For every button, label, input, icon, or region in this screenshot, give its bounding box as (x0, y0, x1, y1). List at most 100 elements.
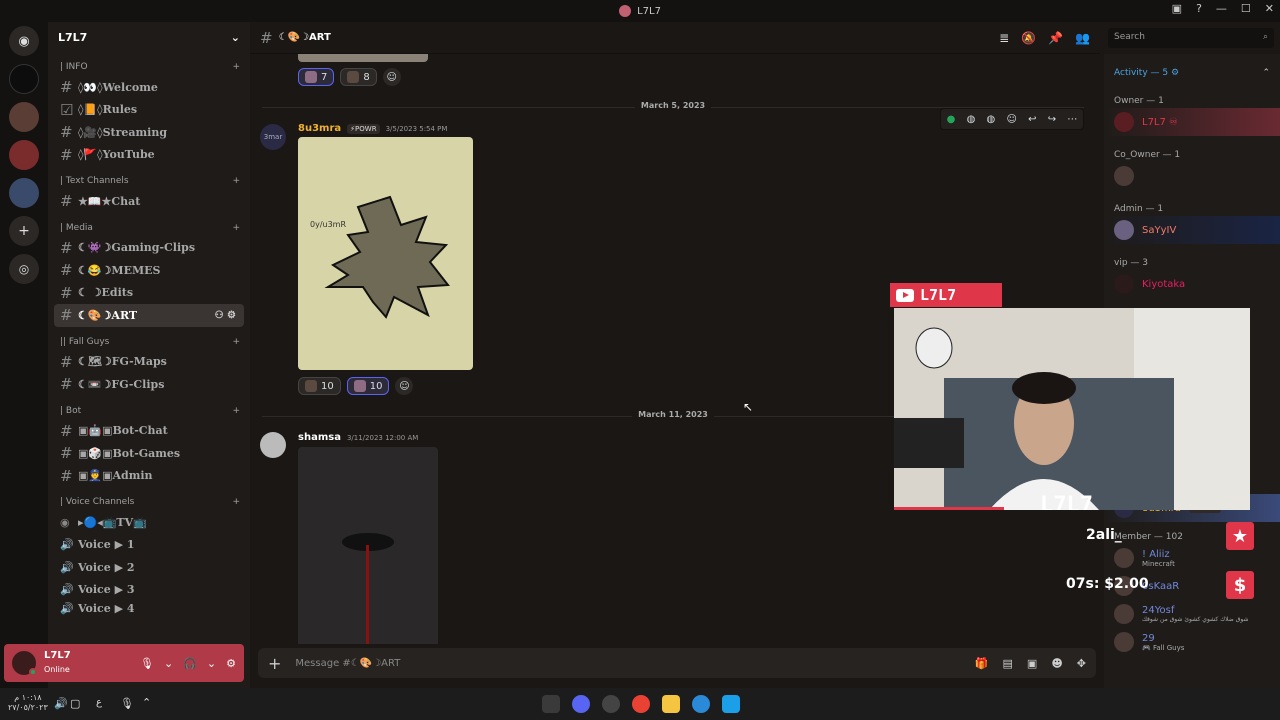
channel-gaming-clips[interactable]: # ☾👾☽Gaming-Clips (48, 237, 250, 260)
chevron-up-icon[interactable]: ⌃ (142, 696, 151, 709)
voice-channel-4[interactable]: 🔊 Voice ▶ 4 (48, 601, 250, 615)
help-icon[interactable]: ? (1196, 2, 1202, 15)
add-reaction-icon[interactable]: ☺ (395, 377, 414, 395)
add-channel-icon[interactable]: + (232, 337, 240, 347)
obs-taskbar-icon[interactable] (602, 695, 620, 713)
add-channel-icon[interactable]: + (232, 176, 240, 186)
voice-channel-2[interactable]: 🔊 Voice ▶ 2 (48, 556, 250, 579)
threads-icon[interactable]: ≣ (999, 31, 1009, 45)
reaction-chip[interactable]: 10 (346, 377, 390, 395)
emoji-icon[interactable]: ◍ (967, 114, 976, 125)
chrome-taskbar-icon[interactable] (632, 695, 650, 713)
network-icon[interactable]: ▢ (70, 697, 80, 710)
member-owner[interactable]: L7L7 ♾ (1104, 108, 1280, 136)
reaction-chip[interactable]: 10 (298, 377, 341, 395)
more-options-icon[interactable]: ⋯ (1067, 114, 1077, 125)
forward-icon[interactable]: ↪ (1048, 114, 1056, 125)
previous-attachment-image[interactable] (298, 54, 428, 62)
volume-icon[interactable]: 🔊 (54, 697, 68, 710)
close-button[interactable]: ✕ (1265, 2, 1274, 15)
apps-icon[interactable]: ✥ (1077, 657, 1086, 670)
channel-memes[interactable]: # ☾😂☽MEMES (48, 259, 250, 282)
attachment-image[interactable] (298, 447, 438, 644)
channel-chat[interactable]: # ★📖★Chat (48, 190, 250, 213)
channel-admin[interactable]: # ▣👮▣Admin (48, 465, 250, 488)
server-icon[interactable] (9, 64, 39, 94)
microphone-icon[interactable]: 🎙 (120, 697, 134, 710)
language-indicator[interactable]: ع (96, 697, 102, 708)
avatar[interactable]: 3mar (260, 124, 286, 150)
category-bot[interactable]: | Bot + (48, 402, 250, 420)
channel-fg-clips[interactable]: # ☾📼☽FG-Clips (48, 373, 250, 396)
reply-icon[interactable]: ↩ (1028, 114, 1036, 125)
emoji-icon[interactable]: ◍ (987, 114, 996, 125)
channel-art[interactable]: # ☾🎨☽ART ⚇ ⚙ (54, 304, 244, 327)
voice-channel-1[interactable]: 🔊 Voice ▶ 1 (48, 534, 250, 557)
channel-bot-chat[interactable]: # ▣🤖▣Bot-Chat (48, 420, 250, 443)
channel-streaming[interactable]: # ◊🎥◊Streaming (48, 121, 250, 144)
channel-settings-icon[interactable]: ⚇ ⚙ (215, 310, 236, 321)
channel-bot-games[interactable]: # ▣🎲▣Bot-Games (48, 442, 250, 465)
gift-icon[interactable]: 🎁 (975, 657, 989, 670)
category-info[interactable]: | INFO + (48, 58, 250, 76)
emoji-icon[interactable]: ● (947, 114, 956, 125)
gif-icon[interactable]: ▤ (1003, 657, 1013, 670)
member-list-icon[interactable]: 👥 (1075, 31, 1090, 45)
clock-date[interactable]: ٢٧/٠٥/٢٠٢٣ (8, 703, 48, 713)
member-row[interactable]: 24Yosf شوق ضلاك كشوي كشوئ شوق من شوقك (1104, 600, 1280, 628)
member-coowner[interactable] (1104, 162, 1280, 190)
search-input[interactable]: Search ⌕ (1108, 28, 1274, 48)
maximize-button[interactable]: ☐ (1241, 2, 1251, 15)
app-taskbar-icon[interactable] (692, 695, 710, 713)
add-channel-icon[interactable]: + (232, 406, 240, 416)
member-vip[interactable]: Kiyotaka (1104, 270, 1280, 298)
channel-fg-maps[interactable]: # ☾🗺☽FG-Maps (48, 351, 250, 374)
member-admin[interactable]: SaYyIV (1104, 216, 1280, 244)
notification-bell-icon[interactable]: 🔕 (1021, 31, 1036, 45)
message-author[interactable]: shamsa (298, 432, 341, 443)
headphones-icon[interactable]: 🎧 (183, 657, 197, 670)
activity-header[interactable]: Activity — 5 ⚙ ⌃ (1104, 66, 1280, 80)
file-explorer-icon[interactable] (662, 695, 680, 713)
voice-channel-3[interactable]: 🔊 Voice ▶ 3 (48, 579, 250, 602)
avatar[interactable] (260, 432, 286, 458)
channel-youtube[interactable]: # ◊🚩◊YouTube (48, 144, 250, 167)
discord-taskbar-icon[interactable] (572, 695, 590, 713)
channel-tv[interactable]: ◉ ▸🔵◂📺TV📺 (48, 511, 250, 534)
server-header[interactable]: L7L7 ⌄ (48, 22, 250, 52)
add-channel-icon[interactable]: + (232, 62, 240, 72)
explore-icon[interactable]: ◎ (9, 254, 39, 284)
message-input[interactable]: Message #☾🎨☽ART (295, 658, 400, 669)
channel-edits[interactable]: # ☾ ☽Edits (48, 282, 250, 305)
emoji-picker-icon[interactable]: ☻ (1051, 657, 1062, 670)
pin-icon[interactable]: 📌 (1048, 31, 1063, 45)
server-folder-icon[interactable] (9, 178, 39, 208)
sticker-icon[interactable]: ▣ (1027, 657, 1037, 670)
server-icon-l7l7[interactable] (9, 102, 39, 132)
chevron-down-icon[interactable]: ⌄ (164, 657, 173, 670)
category-text[interactable]: | Text Channels + (48, 172, 250, 190)
windows-start-icon[interactable] (722, 695, 740, 713)
server-folder-icon[interactable] (9, 140, 39, 170)
message-composer[interactable]: + Message #☾🎨☽ART 🎁 ▤ ▣ ☻ ✥ (258, 648, 1096, 678)
gear-icon[interactable]: ⚙ (226, 657, 236, 670)
category-voice[interactable]: | Voice Channels + (48, 493, 250, 511)
clock-time[interactable]: ١٠:١٨ م (8, 693, 48, 703)
add-reaction-icon[interactable]: ☺ (1006, 114, 1016, 125)
channel-rules[interactable]: ☑ ◊📙◊Rules (48, 99, 250, 122)
category-media[interactable]: | Media + (48, 219, 250, 237)
add-reaction-icon[interactable]: ☺ (382, 68, 401, 86)
category-fall-guys[interactable]: || Fall Guys + (48, 333, 250, 351)
discord-home-icon[interactable]: ◉ (9, 26, 39, 56)
channel-welcome[interactable]: # ◊👀◊Welcome (48, 76, 250, 99)
member-row[interactable]: 29 🎮 Fall Guys (1104, 628, 1280, 656)
avatar[interactable] (12, 651, 37, 676)
add-attachment-icon[interactable]: + (268, 654, 281, 673)
inbox-icon[interactable]: ▣ (1172, 2, 1182, 15)
microphone-icon[interactable]: 🎙 (140, 657, 154, 670)
add-channel-icon[interactable]: + (232, 497, 240, 507)
add-channel-icon[interactable]: + (232, 223, 240, 233)
task-view-icon[interactable] (542, 695, 560, 713)
attachment-image[interactable]: 0y/u3mR (298, 137, 473, 370)
reaction-chip[interactable]: 8 (340, 68, 377, 86)
